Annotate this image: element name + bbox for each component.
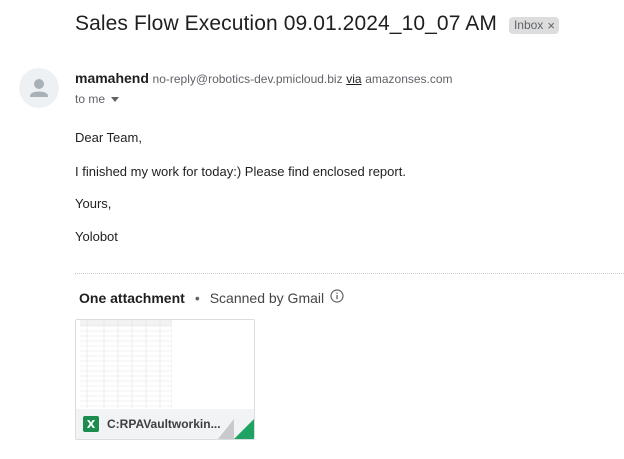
inbox-label-text: Inbox (513, 17, 544, 32)
sender-name[interactable]: mamahend (75, 70, 149, 86)
via-domain: amazonses.com (365, 72, 453, 86)
remove-label-icon[interactable]: × (547, 18, 555, 33)
scan-status: Scanned by Gmail (209, 289, 325, 306)
attachment-card[interactable]: X C:RPAVaultworkin... (75, 319, 255, 440)
attachments-header: One attachment • Scanned by Gmail (79, 289, 344, 306)
sender-avatar[interactable] (19, 68, 59, 108)
attachment-count: One attachment (79, 289, 185, 306)
person-icon (30, 79, 48, 97)
subject-row: Sales Flow Execution 09.01.2024_10_07 AM… (75, 12, 559, 36)
sender-row: mamahend no-reply@robotics-dev.pmicloud.… (75, 70, 453, 86)
caret-down-icon (111, 97, 120, 102)
attachments-divider (75, 273, 624, 274)
attachment-filename: C:RPAVaultworkin... (107, 417, 221, 431)
recipient-text: to me (75, 92, 106, 106)
recipient-details-toggle[interactable]: to me (75, 92, 120, 106)
spreadsheet-thumbnail (80, 320, 172, 408)
body-closing: Yours, (75, 196, 112, 211)
info-icon[interactable] (330, 289, 344, 306)
body-greeting: Dear Team, (75, 130, 142, 145)
excel-icon: X (83, 416, 99, 432)
body-signature: Yolobot (75, 229, 118, 244)
separator-dot: • (194, 289, 200, 306)
inbox-label-chip[interactable]: Inbox × (508, 16, 559, 34)
file-corner-fold-icon (218, 419, 254, 439)
body-message: I finished my work for today:) Please fi… (75, 164, 406, 179)
email-subject: Sales Flow Execution 09.01.2024_10_07 AM (75, 12, 497, 35)
via-link[interactable]: via (346, 72, 361, 86)
sender-email: no-reply@robotics-dev.pmicloud.biz (152, 72, 343, 86)
